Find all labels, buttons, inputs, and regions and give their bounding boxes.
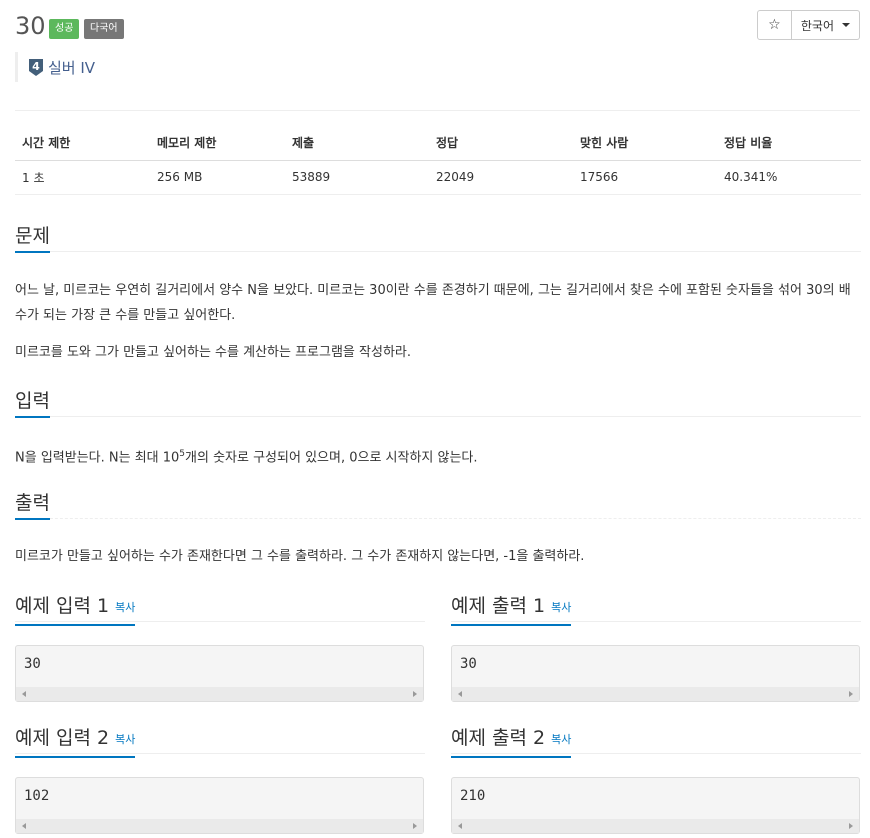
problem-description: 어느 날, 미르코는 우연히 길거리에서 양수 N을 보았다. 미르코는 30이… — [15, 283, 851, 323]
tier-row: 4 실버 IV — [15, 52, 95, 82]
star-icon: ☆ — [768, 17, 781, 33]
sample-input-1-text[interactable]: 30 — [24, 656, 41, 672]
problem-section-title: 문제 — [15, 223, 50, 253]
info-header-row: 시간 제한 메모리 제한 제출 정답 맞힌 사람 정답 비율 — [15, 126, 861, 161]
copy-sample-output-2-button[interactable]: 복사 — [551, 733, 571, 746]
language-label: 한국어 — [800, 18, 834, 33]
sample-input-2-text[interactable]: 102 — [24, 788, 49, 804]
sample-input-1-header: 예제 입력 1 복사 — [15, 592, 425, 626]
scroll-right-icon[interactable] — [849, 691, 853, 697]
scroll-right-icon[interactable] — [849, 823, 853, 829]
sample-output-2-box[interactable]: 210 — [451, 777, 860, 834]
header-solved-users: 맞힌 사람 — [573, 126, 717, 161]
sample-output-1-box[interactable]: 30 — [451, 645, 860, 702]
horizontal-scrollbar[interactable] — [452, 819, 859, 833]
sample-input-1-box[interactable]: 30 — [15, 645, 424, 702]
scroll-right-icon[interactable] — [413, 823, 417, 829]
sample-output-2-text[interactable]: 210 — [460, 788, 485, 804]
info-row: 1 초 256 MB 53889 22049 17566 40.341% — [15, 160, 861, 195]
scroll-left-icon[interactable] — [22, 691, 26, 697]
copy-sample-input-2-button[interactable]: 복사 — [115, 733, 135, 746]
scroll-left-icon[interactable] — [22, 823, 26, 829]
sample-input-1-title: 예제 입력 1 — [15, 595, 110, 617]
tier-badge-icon: 4 — [29, 58, 43, 76]
copy-sample-output-1-button[interactable]: 복사 — [551, 601, 571, 614]
header-accepted: 정답 — [429, 126, 573, 161]
time-limit-value: 1 초 — [15, 160, 150, 195]
scroll-left-icon[interactable] — [458, 691, 462, 697]
tier-link[interactable]: 실버 IV — [48, 57, 95, 78]
output-description: 미르코가 만들고 싶어하는 수가 존재한다면 그 수를 출력하라. 그 수가 존… — [15, 549, 585, 564]
input-text-post: 개의 숫자로 구성되어 있으며, 0으로 시작하지 않는다. — [185, 450, 478, 466]
sample-input-2-box[interactable]: 102 — [15, 777, 424, 834]
horizontal-scrollbar[interactable] — [16, 687, 423, 701]
header-memory-limit: 메모리 제한 — [150, 126, 285, 161]
header-ratio: 정답 비율 — [717, 126, 861, 161]
header-actions: ☆ 한국어 — [756, 10, 860, 40]
language-dropdown[interactable]: 한국어 — [791, 10, 860, 40]
solved-users-value[interactable]: 17566 — [573, 160, 717, 195]
output-section-header: 출력 — [15, 489, 861, 520]
sample-input-2-header: 예제 입력 2 복사 — [15, 724, 425, 758]
output-section-title: 출력 — [15, 490, 50, 520]
sample-input-2-title: 예제 입력 2 — [15, 727, 110, 749]
header-divider — [15, 110, 860, 111]
sample-output-1-title: 예제 출력 1 — [451, 595, 546, 617]
memory-limit-value: 256 MB — [150, 160, 285, 195]
problem-info-table: 시간 제한 메모리 제한 제출 정답 맞힌 사람 정답 비율 1 초 256 M… — [15, 126, 861, 195]
horizontal-scrollbar[interactable] — [452, 687, 859, 701]
header-time-limit: 시간 제한 — [15, 126, 150, 161]
tier-number: 4 — [32, 60, 40, 73]
sample-output-2-header: 예제 출력 2 복사 — [451, 724, 861, 758]
problem-description-2: 미르코를 도와 그가 만들고 싶어하는 수를 계산하는 프로그램을 작성하라. — [15, 345, 411, 360]
caret-down-icon — [842, 23, 850, 27]
success-badge: 성공 — [49, 19, 80, 39]
header-submissions: 제출 — [285, 126, 429, 161]
problem-header: 30 성공 다국어 ☆ 한국어 4 실버 IV — [15, 10, 860, 110]
submissions-value[interactable]: 53889 — [285, 160, 429, 195]
sample-output-1-text[interactable]: 30 — [460, 656, 477, 672]
problem-section-header: 문제 — [15, 222, 861, 253]
scroll-right-icon[interactable] — [413, 691, 417, 697]
sample-output-2-title: 예제 출력 2 — [451, 727, 546, 749]
input-section-header: 입력 — [15, 387, 861, 418]
multilang-badge: 다국어 — [84, 19, 124, 39]
ratio-value: 40.341% — [717, 160, 861, 195]
sample-output-1-header: 예제 출력 1 복사 — [451, 592, 861, 626]
favorite-star-button[interactable]: ☆ — [756, 10, 792, 40]
copy-sample-input-1-button[interactable]: 복사 — [115, 601, 135, 614]
scroll-left-icon[interactable] — [458, 823, 462, 829]
input-description: N을 입력받는다. N는 최대 105개의 숫자로 구성되어 있으며, 0으로 … — [15, 442, 861, 470]
accepted-value[interactable]: 22049 — [429, 160, 573, 195]
horizontal-scrollbar[interactable] — [16, 819, 423, 833]
input-section-title: 입력 — [15, 388, 50, 418]
problem-id: 30 — [15, 12, 46, 40]
input-text-pre: N을 입력받는다. N는 최대 10 — [15, 450, 180, 466]
